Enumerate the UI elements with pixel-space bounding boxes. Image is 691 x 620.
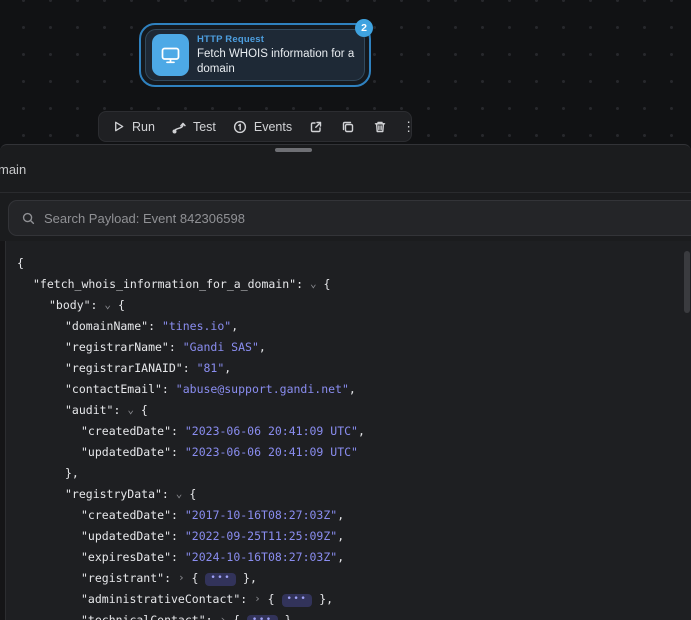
expand-toggle-icon[interactable]: › [220, 609, 227, 620]
json-line: "registryData": ⌄ { [0, 484, 691, 505]
scrollbar-thumb[interactable] [684, 251, 690, 313]
node-title: Fetch WHOIS information for a domain [197, 47, 365, 76]
open-in-new-icon [308, 119, 323, 134]
json-line: "createdDate": "2023-06-06 20:41:09 UTC"… [0, 421, 691, 442]
open-in-new-button[interactable] [308, 119, 323, 134]
json-line: "body": ⌄ { [0, 295, 691, 316]
more-options-button[interactable]: ⋮ [402, 120, 415, 133]
test-button[interactable]: Test [172, 119, 216, 134]
panel-header: main [0, 145, 691, 193]
expand-toggle-icon[interactable]: › [254, 588, 261, 609]
json-line: }, [0, 463, 691, 484]
node-selection-ring: HTTP Request Fetch WHOIS information for… [139, 23, 371, 87]
events-button[interactable]: Events [233, 119, 292, 134]
collapsed-object-badge[interactable]: ••• [205, 573, 236, 586]
delete-button[interactable] [372, 119, 387, 134]
json-line: "updatedDate": "2022-09-25T11:25:09Z", [0, 526, 691, 547]
node-toolbar: Run Test Ev [98, 111, 412, 142]
collapsed-object-badge[interactable]: ••• [282, 594, 313, 607]
play-icon [111, 119, 126, 134]
search-icon [22, 212, 35, 225]
event-count-badge[interactable]: 2 [355, 19, 373, 37]
collapse-toggle-icon[interactable]: ⌄ [104, 294, 111, 315]
json-line: "registrarIANAID": "81", [0, 358, 691, 379]
json-lines: {"fetch_whois_information_for_a_domain":… [0, 253, 691, 620]
json-line: "technicalContact": › { ••• } [0, 610, 691, 620]
json-line: "audit": ⌄ { [0, 400, 691, 421]
json-line: "registrant": › { ••• }, [0, 568, 691, 589]
json-line: "contactEmail": "abuse@support.gandi.net… [0, 379, 691, 400]
json-line: { [0, 253, 691, 274]
json-line: "updatedDate": "2023-06-06 20:41:09 UTC" [0, 442, 691, 463]
json-line: "administrativeContact": › { ••• }, [0, 589, 691, 610]
json-line: "fetch_whois_information_for_a_domain": … [0, 274, 691, 295]
expand-toggle-icon[interactable]: › [178, 567, 185, 588]
app-window: HTTP Request Fetch WHOIS information for… [0, 0, 691, 620]
workflow-canvas[interactable]: HTTP Request Fetch WHOIS information for… [0, 0, 691, 145]
run-button-label: Run [132, 120, 155, 134]
events-panel: main {"fetch_whois_information_for_a_dom… [0, 144, 691, 620]
json-payload-viewer[interactable]: {"fetch_whois_information_for_a_domain":… [0, 241, 691, 620]
duplicate-button[interactable] [340, 119, 355, 134]
http-request-node[interactable]: HTTP Request Fetch WHOIS information for… [145, 29, 365, 81]
json-line: "registrarName": "Gandi SAS", [0, 337, 691, 358]
copy-icon [340, 119, 355, 134]
events-button-label: Events [254, 120, 292, 134]
json-line: "domainName": "tines.io", [0, 316, 691, 337]
test-path-icon [172, 119, 187, 134]
payload-search-bar[interactable] [8, 200, 691, 236]
run-button[interactable]: Run [111, 119, 155, 134]
panel-title-truncated: main [0, 162, 26, 177]
json-line: "createdDate": "2017-10-16T08:27:03Z", [0, 505, 691, 526]
test-button-label: Test [193, 120, 216, 134]
node-type-label: HTTP Request [197, 34, 356, 45]
search-input[interactable] [44, 211, 691, 226]
node-text: HTTP Request Fetch WHOIS information for… [197, 34, 356, 76]
collapse-toggle-icon[interactable]: ⌄ [176, 483, 183, 504]
events-icon [233, 119, 248, 134]
json-line: "expiresDate": "2024-10-16T08:27:03Z", [0, 547, 691, 568]
collapsed-object-badge[interactable]: ••• [247, 615, 278, 620]
collapse-toggle-icon[interactable]: ⌄ [127, 399, 134, 420]
collapse-toggle-icon[interactable]: ⌄ [310, 273, 317, 294]
trash-icon [372, 119, 387, 134]
kebab-menu-icon: ⋮ [402, 120, 415, 133]
http-request-icon [152, 34, 189, 76]
